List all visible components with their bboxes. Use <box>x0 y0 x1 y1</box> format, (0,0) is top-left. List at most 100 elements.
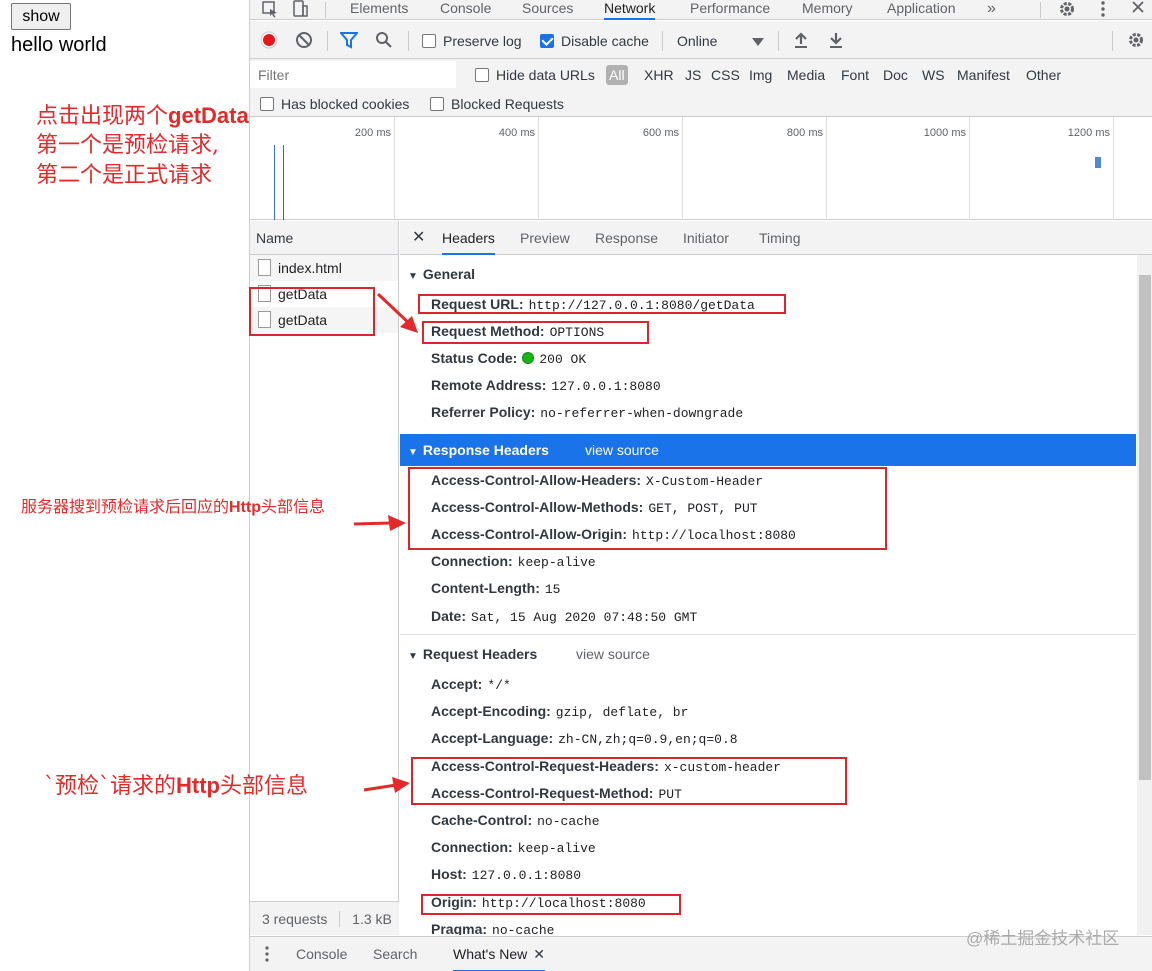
preserve-log-box[interactable] <box>422 34 436 48</box>
drawer-tab-label: What's New <box>453 946 528 962</box>
header-row: Content-Length: 15 <box>431 576 560 600</box>
disable-cache-box[interactable] <box>540 34 554 48</box>
header-value: keep-alive <box>517 841 596 856</box>
tab-headers[interactable]: Headers <box>442 221 495 255</box>
annotation-text: 服务器搜到预检请求后回应的 <box>21 499 230 516</box>
hide-data-urls-box[interactable] <box>475 68 489 82</box>
blocked-requests-box[interactable] <box>430 97 444 111</box>
timeline-gridline <box>969 117 970 220</box>
header-key: Pragma: <box>431 921 488 935</box>
hide-data-urls-checkbox[interactable]: Hide data URLs <box>475 65 595 85</box>
toolbar-divider <box>327 31 328 51</box>
preserve-log-checkbox[interactable]: Preserve log <box>422 21 522 59</box>
type-filter-ws[interactable]: WS <box>922 65 945 85</box>
timeline-tick-label: 200 ms <box>354 127 391 139</box>
kebab-menu-icon[interactable] <box>1093 0 1113 20</box>
type-filter-font[interactable]: Font <box>841 65 869 85</box>
view-source-link[interactable]: view source <box>576 638 650 670</box>
highlight-request-url <box>418 294 786 314</box>
record-button-icon[interactable] <box>260 21 278 59</box>
tab-initiator[interactable]: Initiator <box>683 221 729 255</box>
request-headers-section-header[interactable]: ▼ Request Headers view source <box>400 638 1136 670</box>
tab-preview[interactable]: Preview <box>520 221 570 255</box>
header-row: Referrer Policy: no-referrer-when-downgra… <box>431 400 743 424</box>
throttle-select[interactable]: Online <box>677 21 717 59</box>
timeline-gridline <box>538 117 539 220</box>
type-filter-xhr[interactable]: XHR <box>644 65 674 85</box>
request-name: index.html <box>278 260 342 276</box>
network-settings-gear-icon[interactable] <box>1127 21 1145 59</box>
settings-gear-icon[interactable] <box>1057 0 1077 20</box>
header-value: 200 OK <box>539 352 587 367</box>
clear-icon[interactable] <box>295 21 313 59</box>
search-icon[interactable] <box>375 21 393 59</box>
collapse-triangle-icon: ▼ <box>408 271 418 282</box>
type-filter-manifest[interactable]: Manifest <box>957 65 1010 85</box>
type-filter-all[interactable]: All <box>606 65 628 85</box>
devtools-tabbar: Elements Console Sources Network Perform… <box>250 0 1152 20</box>
header-value: zh-CN,zh;q=0.9,en;q=0.8 <box>558 732 738 747</box>
drawer-tab-search[interactable]: Search <box>373 937 417 971</box>
blocked-requests-checkbox[interactable]: Blocked Requests <box>430 94 564 114</box>
has-blocked-cookies-label: Has blocked cookies <box>281 96 410 112</box>
disable-cache-checkbox[interactable]: Disable cache <box>540 21 649 59</box>
arrow-to-request-method-icon <box>376 292 418 333</box>
highlight-access-control-allow <box>408 467 887 550</box>
drawer-tab-whats-new[interactable]: What's New ✕ <box>453 937 545 971</box>
has-blocked-cookies-box[interactable] <box>260 97 274 111</box>
tab-memory[interactable]: Memory <box>802 0 853 20</box>
close-detail-icon[interactable]: ✕ <box>412 221 425 255</box>
header-row: Remote Address: 127.0.0.1:8080 <box>431 373 661 397</box>
highlight-access-control-request <box>411 757 847 805</box>
request-summary-footer: 3 requests 1.3 kB <box>250 901 399 935</box>
filter-funnel-icon[interactable] <box>338 21 360 59</box>
tab-elements[interactable]: Elements <box>350 0 408 20</box>
general-section-header[interactable]: ▼ General <box>400 258 1136 290</box>
tab-response[interactable]: Response <box>595 221 658 255</box>
timeline-overview[interactable]: 200 ms 400 ms 600 ms 800 ms 1000 ms 1200… <box>250 117 1152 220</box>
drawer-menu-icon[interactable] <box>264 937 270 971</box>
timeline-tick-label: 600 ms <box>642 127 679 139</box>
response-headers-title: Response Headers <box>422 442 549 458</box>
annotation-text: Http <box>229 499 261 516</box>
tab-performance[interactable]: Performance <box>690 0 770 20</box>
detail-scrollbar[interactable] <box>1137 255 1152 935</box>
header-row: Date: Sat, 15 Aug 2020 07:48:50 GMT <box>431 604 697 628</box>
device-toolbar-icon[interactable] <box>290 0 310 20</box>
request-row-index-html[interactable]: index.html <box>250 255 398 281</box>
timeline-tick-label: 1200 ms <box>1067 127 1110 139</box>
header-key: Content-Length: <box>431 580 540 596</box>
tab-timing[interactable]: Timing <box>759 221 801 255</box>
transfer-size: 1.3 kB <box>352 911 392 927</box>
response-headers-section-header[interactable]: ▼ Response Headers view source <box>400 434 1136 466</box>
tab-network[interactable]: Network <box>604 0 656 20</box>
close-tab-icon[interactable]: ✕ <box>533 946 545 962</box>
close-devtools-icon[interactable] <box>1128 0 1148 20</box>
dom-content-loaded-marker <box>274 145 275 220</box>
annotation-second-actual: 第二个是正式请求 <box>36 163 213 188</box>
type-filter-css[interactable]: CSS <box>711 65 740 85</box>
drawer-tab-console[interactable]: Console <box>296 937 347 971</box>
tab-console[interactable]: Console <box>440 0 491 20</box>
annotation-text: Http <box>176 773 220 798</box>
type-filter-doc[interactable]: Doc <box>883 65 908 85</box>
footer-divider <box>339 911 341 927</box>
name-column-header[interactable]: Name <box>250 221 398 255</box>
has-blocked-cookies-checkbox[interactable]: Has blocked cookies <box>260 94 409 114</box>
chevron-down-icon[interactable] <box>752 21 764 59</box>
tab-application[interactable]: Application <box>887 0 956 20</box>
show-button[interactable]: show <box>11 3 71 30</box>
import-har-icon[interactable] <box>793 21 809 59</box>
type-filter-media[interactable]: Media <box>787 65 825 85</box>
scrollbar-thumb[interactable] <box>1139 275 1151 780</box>
more-tabs-icon[interactable]: » <box>987 0 996 20</box>
network-toolbar: Preserve log Disable cache Online <box>250 21 1152 59</box>
type-filter-other[interactable]: Other <box>1026 65 1061 85</box>
filter-input[interactable] <box>250 61 456 88</box>
type-filter-js[interactable]: JS <box>685 65 701 85</box>
view-source-link[interactable]: view source <box>585 434 659 466</box>
type-filter-img[interactable]: Img <box>749 65 772 85</box>
tab-sources[interactable]: Sources <box>522 0 573 20</box>
inspect-element-icon[interactable] <box>260 0 280 20</box>
export-har-icon[interactable] <box>828 21 844 59</box>
